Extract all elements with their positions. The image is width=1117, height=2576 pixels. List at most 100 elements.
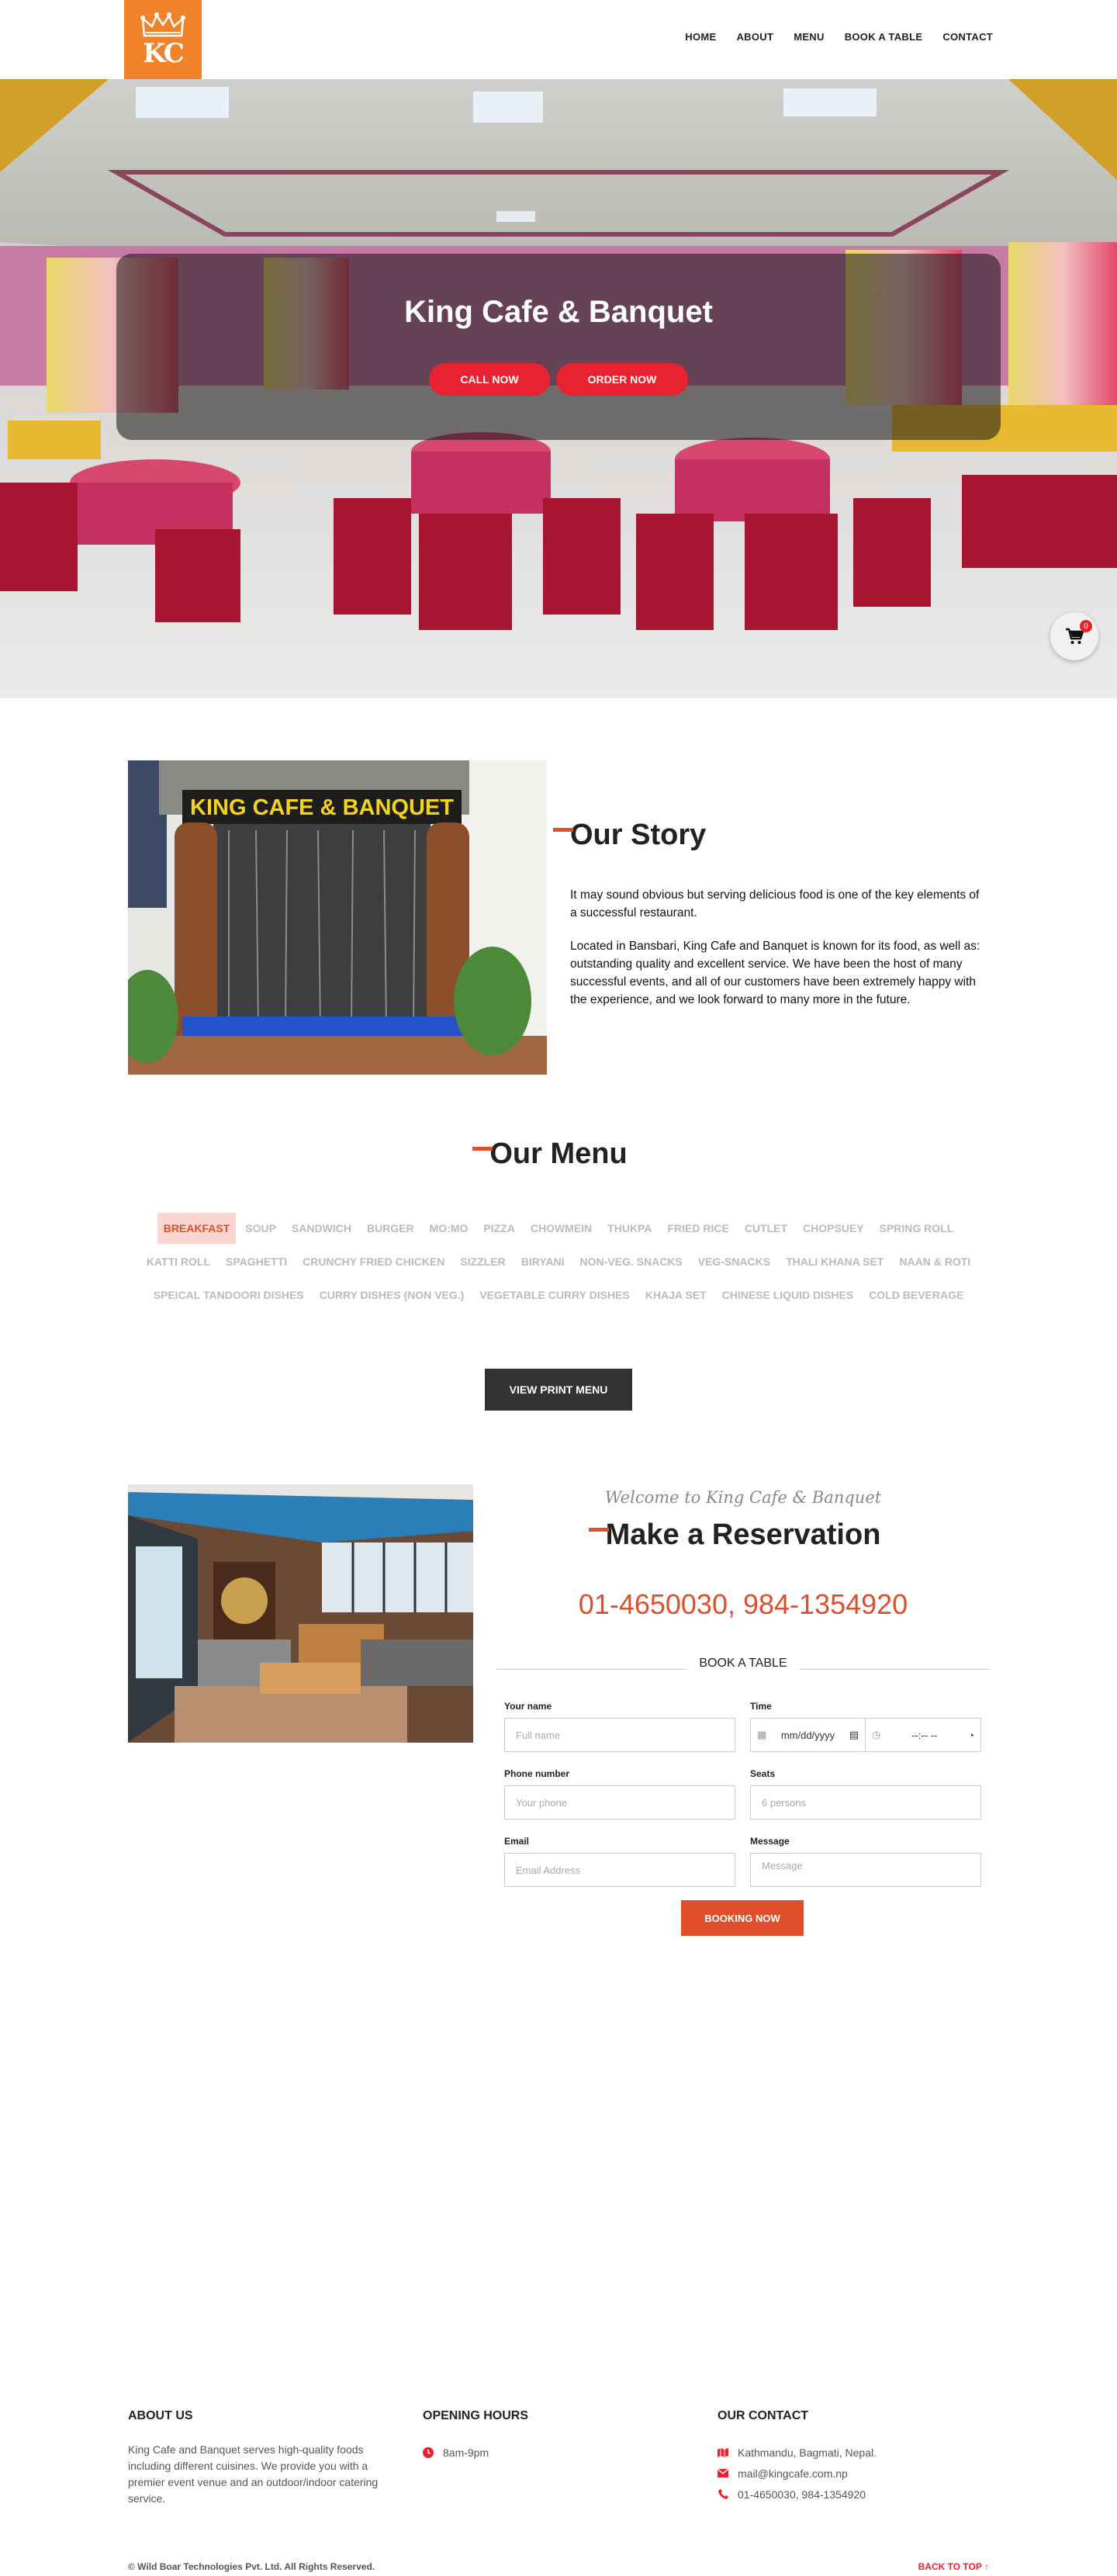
menu-category-tab[interactable]: THALI KHANA SET	[780, 1253, 890, 1270]
title-accent-dash	[553, 828, 573, 832]
menu-category-tab[interactable]: SANDWICH	[285, 1220, 358, 1237]
menu-category-list: BREAKFAST SOUP SANDWICH BURGER MO:MO PIZZA CHO…	[132, 1213, 985, 1304]
hero-actions: CALL NOW ORDER NOW	[0, 363, 1117, 396]
menu-title-text: Our Menu	[489, 1137, 628, 1170]
story-paragraph-1: It may sound obvious but serving delicio…	[570, 888, 980, 919]
menu-category-tab[interactable]: KATTI ROLL	[140, 1253, 216, 1270]
main-menu: HOME ABOUT MENU BOOK A TABLE CONTACT	[685, 31, 993, 43]
reservation-welcome: Welcome to King Cafe & Banquet	[604, 1488, 882, 1507]
message-field-group: Message Message	[750, 1836, 981, 1887]
phone-field-group: Phone number Your phone	[504, 1768, 735, 1819]
footer-email[interactable]: mail@kingcafe.com.np	[738, 2467, 848, 2480]
book-table-heading-text: BOOK A TABLE	[686, 1657, 800, 1671]
menu-category-tab[interactable]: PIZZA	[477, 1220, 520, 1237]
clock-icon	[423, 2446, 434, 2458]
menu-category-tab[interactable]: NON-VEG. SNACKS	[574, 1253, 689, 1270]
menu-category-tab[interactable]: CHINESE LIQUID DISHES	[716, 1286, 860, 1304]
menu-category-tab[interactable]: SPAGHETTI	[220, 1253, 293, 1270]
story-sign-text: KING CAFE & BANQUET	[190, 795, 454, 820]
menu-category-tab[interactable]: SOUP	[239, 1220, 282, 1237]
time-input[interactable]: ◷ --:-- -- ◔	[866, 1718, 981, 1752]
menu-category-tab[interactable]: THUKPA	[601, 1220, 658, 1237]
time-placeholder: --:-- --	[911, 1729, 938, 1741]
menu-category-tab[interactable]: NAAN & ROTI	[893, 1253, 977, 1270]
brand-logo[interactable]: KC	[124, 0, 202, 79]
message-textarea[interactable]: Message	[750, 1853, 981, 1887]
footer-address: Kathmandu, Bagmati, Nepal.	[738, 2446, 877, 2459]
envelope-icon	[718, 2468, 728, 2479]
menu-category-tab[interactable]: CHOPSUEY	[797, 1220, 870, 1237]
menu-category-tab[interactable]: CUTLET	[738, 1220, 794, 1237]
booking-now-button[interactable]: BOOKING NOW	[681, 1900, 804, 1936]
menu-category-tab[interactable]: BURGER	[361, 1220, 420, 1237]
seats-label: Seats	[750, 1768, 776, 1779]
date-placeholder: mm/dd/yyyy	[780, 1729, 835, 1741]
hero-section: King Cafe & Banquet CALL NOW ORDER NOW 0	[0, 79, 1117, 698]
menu-category-tab[interactable]: SPEICAL TANDOORI DISHES	[147, 1286, 310, 1304]
menu-category-tab[interactable]: COLD BEVERAGE	[863, 1286, 970, 1304]
hero-overlay	[116, 254, 1001, 440]
menu-category-tab[interactable]: CRUNCHY FRIED CHICKEN	[296, 1253, 451, 1270]
menu-category-tab[interactable]: VEG-SNACKS	[692, 1253, 776, 1270]
title-accent-dash	[472, 1147, 493, 1151]
story-title: Our Story	[553, 819, 706, 852]
view-print-menu-button[interactable]: VIEW PRINT MENU	[485, 1369, 632, 1411]
menu-category-tab[interactable]: SIZZLER	[454, 1253, 511, 1270]
story-text: It may sound obvious but serving delicio…	[570, 886, 989, 1009]
menu-category-tab[interactable]: KHAJA SET	[639, 1286, 713, 1304]
order-now-button[interactable]: ORDER NOW	[556, 363, 688, 396]
menu-category-tab[interactable]: CHOWMEIN	[524, 1220, 598, 1237]
date-input[interactable]: ▦ mm/dd/yyyy ▤	[750, 1718, 866, 1752]
seats-field-group: Seats 6 persons	[750, 1768, 981, 1819]
clock-small-icon: ◷	[872, 1729, 881, 1740]
nav-contact[interactable]: CONTACT	[942, 31, 993, 43]
footer-about: ABOUT US King Cafe and Banquet serves hi…	[128, 2409, 392, 2507]
menu-title: Our Menu	[0, 1137, 1117, 1171]
name-input[interactable]: Full name	[504, 1718, 735, 1752]
email-input[interactable]: Email Address	[504, 1853, 735, 1887]
email-label: Email	[504, 1836, 530, 1847]
footer-contact-title: OUR CONTACT	[718, 2409, 809, 2422]
clock-icon[interactable]: ◔	[968, 1729, 974, 1741]
cart-count-badge: 0	[1080, 620, 1092, 632]
brand-monogram: KC	[143, 38, 185, 69]
footer-phone[interactable]: 01-4650030, 984-1354920	[738, 2488, 866, 2501]
menu-category-tab[interactable]: BIRYANI	[515, 1253, 571, 1270]
footer-about-text: King Cafe and Banquet serves high-qualit…	[128, 2443, 379, 2505]
reservation-phone[interactable]: 01-4650030, 984-1354920	[496, 1588, 990, 1621]
menu-category-tab[interactable]: SPRING ROLL	[873, 1220, 960, 1237]
reservation-photo	[128, 1484, 473, 1743]
map-icon	[718, 2447, 728, 2458]
name-field-group: Your name Full name	[504, 1701, 735, 1752]
footer-contact: OUR CONTACT Kathmandu, Bagmati, Nepal. m…	[718, 2409, 989, 2505]
seats-select[interactable]: 6 persons	[750, 1785, 981, 1819]
calendar-small-icon: ▦	[757, 1729, 767, 1740]
menu-category-tab[interactable]: MO:MO	[424, 1220, 475, 1237]
time-field-group: Time ▦ mm/dd/yyyy ▤ ◷ --:-- -- ◔	[750, 1701, 981, 1752]
menu-category-tab[interactable]: FRIED RICE	[661, 1220, 735, 1237]
navbar: KC HOME ABOUT MENU BOOK A TABLE CONTACT	[0, 0, 1117, 79]
nav-home[interactable]: HOME	[685, 31, 716, 43]
message-label: Message	[750, 1836, 790, 1847]
menu-category-tab[interactable]: VEGETABLE CURRY DISHES	[473, 1286, 635, 1304]
copyright-text: © Wild Boar Technologies Pvt. Ltd. All R…	[128, 2561, 375, 2572]
footer-hours-title: OPENING HOURS	[423, 2409, 529, 2422]
menu-category-tab[interactable]: BREAKFAST	[157, 1213, 237, 1244]
email-field-group: Email Email Address	[504, 1836, 735, 1887]
reservation-title: Make a Reservation	[496, 1518, 990, 1552]
back-to-top-link[interactable]: BACK TO TOP ↑	[918, 2561, 989, 2572]
call-now-button[interactable]: CALL NOW	[429, 363, 550, 396]
name-label: Your name	[504, 1701, 552, 1712]
story-paragraph-2: Located in Bansbari, King Cafe and Banqu…	[570, 940, 980, 1006]
phone-input[interactable]: Your phone	[504, 1785, 735, 1819]
phone-label: Phone number	[504, 1768, 570, 1779]
hero-title: King Cafe & Banquet	[404, 295, 713, 329]
nav-about[interactable]: ABOUT	[736, 31, 773, 43]
cart-button[interactable]: 0	[1050, 612, 1098, 660]
reservation-title-text: Make a Reservation	[605, 1518, 881, 1551]
calendar-icon[interactable]: ▤	[849, 1729, 859, 1741]
nav-menu[interactable]: MENU	[794, 31, 824, 43]
nav-book-a-table[interactable]: BOOK A TABLE	[845, 31, 923, 43]
footer-hours: OPENING HOURS 8am-9pm	[423, 2409, 655, 2463]
menu-category-tab[interactable]: CURRY DISHES (NON VEG.)	[313, 1286, 471, 1304]
